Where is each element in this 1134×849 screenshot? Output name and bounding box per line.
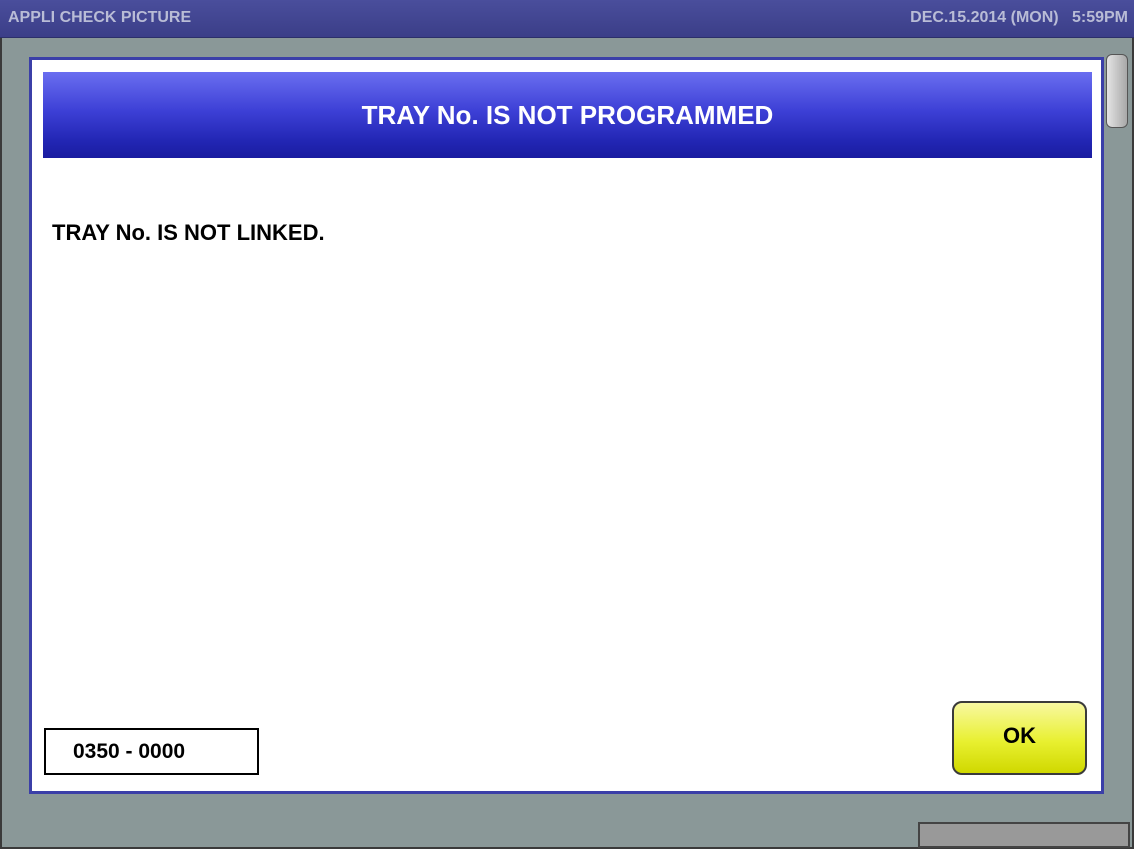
dialog-title: TRAY No. IS NOT PROGRAMMED [43, 72, 1092, 158]
title-bar: APPLI CHECK PICTURE DEC.15.2014 (MON) 5:… [0, 0, 1134, 38]
bottom-tab[interactable] [918, 822, 1130, 848]
ok-button[interactable]: OK [952, 701, 1087, 775]
error-dialog: TRAY No. IS NOT PROGRAMMED TRAY No. IS N… [29, 57, 1104, 794]
error-message: TRAY No. IS NOT LINKED. [52, 220, 325, 245]
app-title: APPLI CHECK PICTURE [8, 9, 192, 26]
error-code: 0350 - 0000 [44, 728, 259, 775]
date-time: DEC.15.2014 (MON) 5:59PM [910, 9, 1128, 26]
side-scroll-tab[interactable] [1106, 54, 1128, 128]
